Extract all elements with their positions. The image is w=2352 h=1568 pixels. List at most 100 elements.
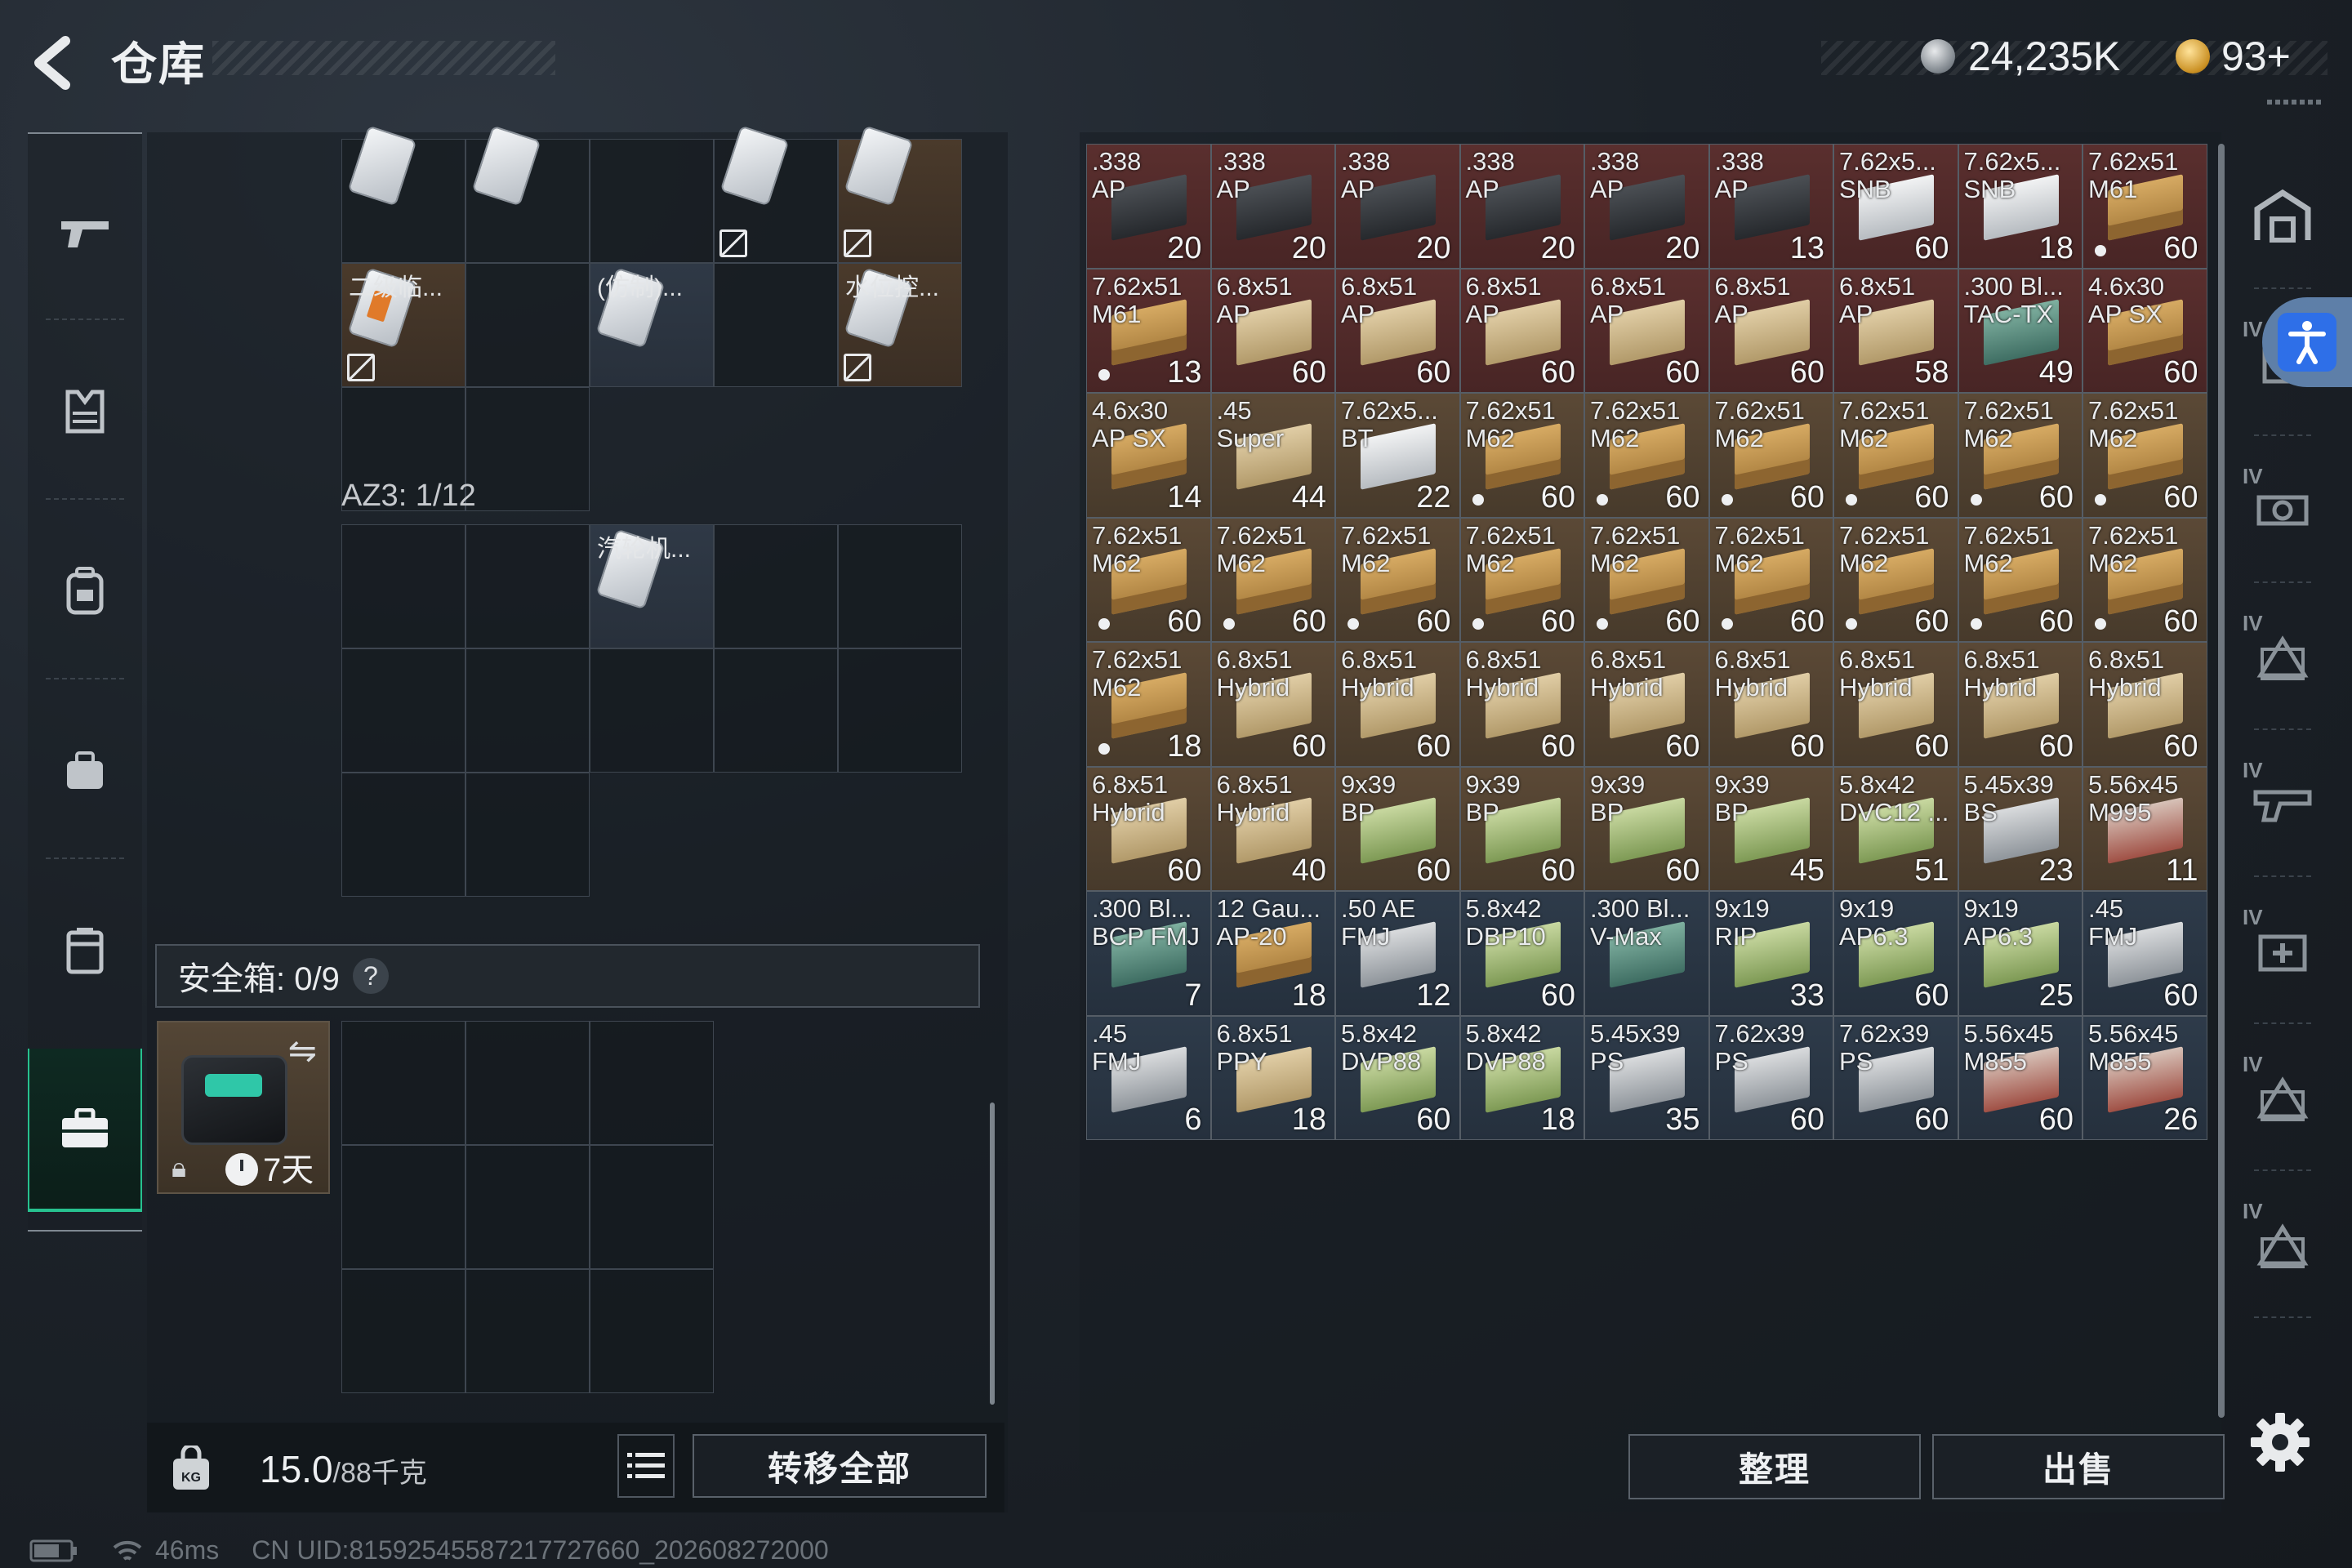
ammo-item[interactable]: 6.8x51 AP 60	[1584, 268, 1709, 393]
ammo-item[interactable]: 7.62x51 M62 60	[1584, 393, 1709, 518]
ammo-item[interactable]: 7.62x51 M62 60	[1958, 393, 2082, 518]
container-item[interactable]: 二级临...	[341, 263, 466, 387]
ammo-item[interactable]: 9x19 AP6.3 60	[1833, 891, 1958, 1016]
ammo-item[interactable]: .45 FMJ 60	[2082, 891, 2207, 1016]
ammo-item[interactable]: 7.62x51 M62 60	[1833, 393, 1958, 518]
rail-armor[interactable]	[28, 330, 142, 493]
left-scrollbar[interactable]	[990, 1102, 995, 1405]
ammo-item[interactable]: 6.8x51 Hybrid 60	[1708, 642, 1833, 767]
category-iv-6[interactable]: IV	[2238, 1029, 2328, 1168]
ammo-item[interactable]: 9x19 RIP 33	[1708, 891, 1833, 1016]
grid-cell[interactable]	[714, 263, 838, 387]
list-view-button[interactable]	[617, 1434, 675, 1498]
ammo-item[interactable]: 7.62x51 M62 60	[1584, 517, 1709, 642]
ammo-item[interactable]: .338 AP 20	[1459, 144, 1584, 269]
ammo-item[interactable]: 7.62x5... BT 22	[1335, 393, 1460, 518]
ammo-item[interactable]: .338 AP 20	[1086, 144, 1211, 269]
warehouse-scrollbar[interactable]	[2218, 144, 2225, 1418]
grid-cell[interactable]	[341, 773, 466, 897]
rail-safe-case[interactable]	[28, 1049, 142, 1212]
grid-cell[interactable]	[466, 1021, 590, 1145]
grid-cell[interactable]	[466, 125, 590, 263]
ammo-item[interactable]: 9x39 BP 60	[1459, 766, 1584, 891]
transfer-all-button[interactable]: 转移全部	[693, 1434, 987, 1498]
ammo-item[interactable]: 5.8x42 DVP88 60	[1335, 1015, 1460, 1140]
back-arrow-icon[interactable]	[28, 34, 85, 91]
grid-cell[interactable]	[838, 125, 962, 263]
ammo-item[interactable]: 6.8x51 AP 60	[1210, 268, 1335, 393]
category-iv-2[interactable]: IV	[2238, 441, 2328, 580]
ammo-item[interactable]: 5.8x42 DBP10 60	[1459, 891, 1584, 1016]
ammo-item[interactable]: 9x39 BP 60	[1335, 766, 1460, 891]
grid-cell[interactable]	[466, 1269, 590, 1393]
ammo-item[interactable]: 7.62x51 M62 60	[1459, 517, 1584, 642]
grid-cell[interactable]	[590, 1145, 714, 1269]
ammo-item[interactable]: 7.62x51 M62 60	[1086, 517, 1211, 642]
ammo-item[interactable]: 6.8x51 AP 60	[1708, 268, 1833, 393]
grid-cell[interactable]	[714, 125, 838, 263]
ammo-item[interactable]: 7.62x51 M62 60	[1708, 393, 1833, 518]
grid-cell[interactable]	[590, 1021, 714, 1145]
ammo-item[interactable]: 9x39 BP 45	[1708, 766, 1833, 891]
ammo-item[interactable]: 12 Gau... AP-20 18	[1210, 891, 1335, 1016]
ammo-item[interactable]: 7.62x5... SNB 18	[1958, 144, 2082, 269]
container-item[interactable]: 汽轮机...	[590, 524, 714, 648]
ammo-item[interactable]: 6.8x51 Hybrid 60	[1584, 642, 1709, 767]
ammo-item[interactable]: 6.8x51 Hybrid 60	[1210, 642, 1335, 767]
ammo-item[interactable]: .45 Super 44	[1210, 393, 1335, 518]
ammo-item[interactable]: 7.62x5... SNB 60	[1833, 144, 1958, 269]
container-item[interactable]: (仿制)...	[590, 263, 714, 387]
grid-cell[interactable]	[590, 139, 714, 263]
help-icon[interactable]: ?	[352, 958, 389, 994]
grid-cell[interactable]	[341, 648, 466, 773]
ammo-item[interactable]: 5.45x39 BS 23	[1958, 766, 2082, 891]
sell-button[interactable]: 出售	[1932, 1434, 2225, 1499]
ammo-item[interactable]: .338 AP 20	[1210, 144, 1335, 269]
accessibility-button[interactable]	[2262, 297, 2352, 387]
ammo-item[interactable]: 7.62x51 M62 60	[2082, 517, 2207, 642]
ammo-item[interactable]: 7.62x51 M62 60	[1335, 517, 1460, 642]
safe-box-item[interactable]: ⇋ 🔒︎ 7天	[157, 1021, 330, 1194]
grid-cell[interactable]	[466, 1145, 590, 1269]
grid-cell[interactable]	[341, 524, 466, 648]
ammo-item[interactable]: 5.56x45 M855 26	[2082, 1015, 2207, 1140]
ammo-item[interactable]: 6.8x51 Hybrid 60	[2082, 642, 2207, 767]
ammo-item[interactable]: 7.62x51 M62 60	[1459, 393, 1584, 518]
ammo-item[interactable]: 7.62x39 PS 60	[1833, 1015, 1958, 1140]
ammo-item[interactable]: 5.8x42 DVC12 ... 51	[1833, 766, 1958, 891]
ammo-item[interactable]: 6.8x51 AP 58	[1833, 268, 1958, 393]
ammo-item[interactable]: 7.62x51 M62 60	[1958, 517, 2082, 642]
grid-cell[interactable]	[590, 1269, 714, 1393]
grid-cell[interactable]	[714, 648, 838, 773]
grid-cell[interactable]	[714, 524, 838, 648]
rail-chest-rig[interactable]	[28, 689, 142, 853]
rail-container[interactable]	[28, 869, 142, 1032]
ammo-item[interactable]: 5.56x45 M855 60	[1958, 1015, 2082, 1140]
ammo-item[interactable]: 7.62x51 M61 60	[2082, 144, 2207, 269]
ammo-item[interactable]: 9x19 AP6.3 25	[1958, 891, 2082, 1016]
grid-cell[interactable]	[838, 524, 962, 648]
ammo-item[interactable]: 4.6x30 AP SX 14	[1086, 393, 1211, 518]
grid-cell[interactable]	[466, 773, 590, 897]
ammo-item[interactable]: 6.8x51 Hybrid 60	[1958, 642, 2082, 767]
ammo-item[interactable]: 6.8x51 Hybrid 60	[1833, 642, 1958, 767]
ammo-item[interactable]: 6.8x51 Hybrid 60	[1086, 766, 1211, 891]
gold-amount[interactable]: 93+	[2221, 33, 2291, 80]
category-iv-4[interactable]: IV	[2238, 735, 2328, 874]
ammo-item[interactable]: 7.62x51 M62 60	[1708, 517, 1833, 642]
ammo-item[interactable]: 5.8x42 DVP88 18	[1459, 1015, 1584, 1140]
grid-cell[interactable]	[341, 125, 466, 263]
ammo-item[interactable]: 6.8x51 Hybrid 60	[1335, 642, 1460, 767]
ammo-item[interactable]: 7.62x39 PS 60	[1708, 1015, 1833, 1140]
grid-cell[interactable]	[466, 648, 590, 773]
ammo-item[interactable]: .338 AP 20	[1335, 144, 1460, 269]
grid-cell[interactable]	[341, 1145, 466, 1269]
swap-icon[interactable]: ⇋	[288, 1031, 317, 1071]
ammo-item[interactable]: 6.8x51 Hybrid 60	[1459, 642, 1584, 767]
ammo-item[interactable]: 7.62x51 M62 60	[1210, 517, 1335, 642]
ammo-item[interactable]: .45 FMJ 6	[1086, 1015, 1211, 1140]
ammo-item[interactable]: 6.8x51 PPY 18	[1210, 1015, 1335, 1140]
rail-weapon[interactable]	[28, 150, 142, 314]
ammo-item[interactable]: 5.45x39 PS 35	[1584, 1015, 1709, 1140]
category-all[interactable]	[2238, 147, 2328, 286]
